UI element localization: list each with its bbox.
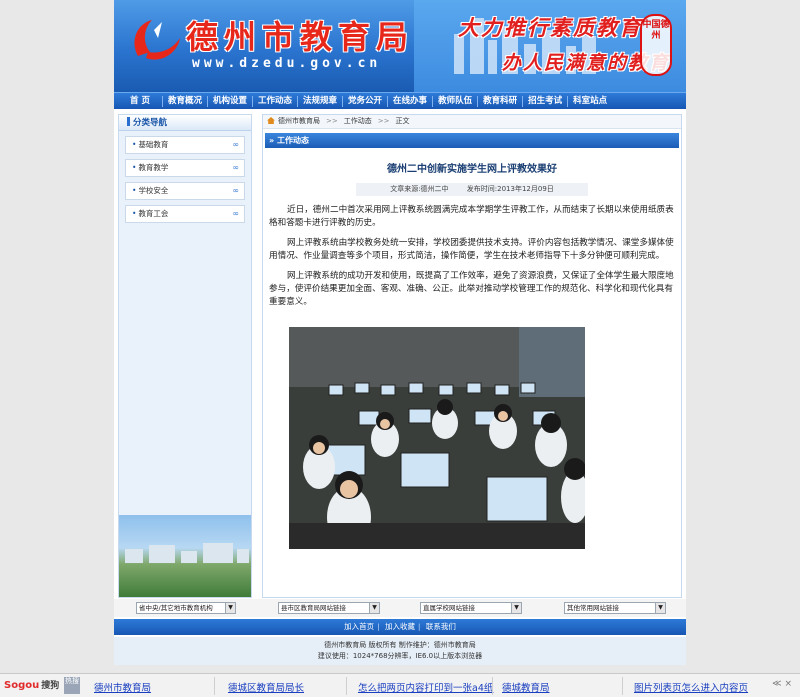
breadcrumb: 德州市教育局 >> 工作动态 >> 正文 bbox=[263, 115, 681, 129]
more-link-icon[interactable]: ∞ bbox=[232, 183, 239, 199]
bullet-icon: • bbox=[132, 209, 137, 218]
nav-home[interactable]: 首 页 bbox=[114, 95, 163, 107]
nav-admissions[interactable]: 招生考试 bbox=[523, 95, 569, 107]
footer-set-homepage-link[interactable]: 加入首页 bbox=[344, 622, 374, 631]
select-direct-schools[interactable]: 直属学校网站链接 ▼ bbox=[420, 602, 522, 614]
footer-divider: | bbox=[377, 623, 380, 631]
footer-divider: | bbox=[418, 623, 421, 631]
breadcrumb-section-link[interactable]: 工作动态 bbox=[344, 117, 372, 125]
select-common-sites[interactable]: 其他常用网站链接 ▼ bbox=[564, 602, 666, 614]
sidebar-item-union[interactable]: • 教育工会 ∞ bbox=[125, 205, 245, 223]
article-paragraph: 网上评教系统由学校教务处统一安排，学校团委提供技术支持。评价内容包括教学情况、课… bbox=[269, 238, 674, 261]
banner-slogan-1: 大力推行素质教育 bbox=[458, 15, 642, 40]
sidebar-title: 分类导航 bbox=[133, 118, 168, 128]
bullet-icon: • bbox=[132, 140, 137, 149]
sogou-divider bbox=[622, 677, 623, 695]
hot-search-badge: 热搜 bbox=[64, 677, 80, 694]
section-header: » 工作动态 bbox=[265, 133, 679, 148]
sidebar-campus-photo bbox=[119, 515, 251, 597]
site-banner: 德州市教育局 www.dzedu.gov.cn 大力推行素质教育 办人民满意的教… bbox=[114, 0, 686, 92]
footer-copyright: 德州市教育局 版权所有 制作维护：德州市教育局 建议使用：1024*768分辨率… bbox=[114, 637, 686, 665]
sidebar-header: 分类导航 bbox=[119, 115, 251, 131]
nav-online-services[interactable]: 在线办事 bbox=[388, 95, 434, 107]
select-value: 县市区教育局网站链接 bbox=[281, 604, 346, 612]
chevron-down-icon[interactable]: ▼ bbox=[369, 603, 379, 613]
breadcrumb-home-link[interactable]: 德州市教育局 bbox=[278, 117, 320, 125]
sidebar-item-basic-education[interactable]: • 基础教育 ∞ bbox=[125, 136, 245, 154]
sidebar-item-label: 教育工会 bbox=[138, 209, 169, 218]
bullet-icon: • bbox=[132, 163, 137, 172]
main-nav: 首 页 教育概况 机构设置 工作动态 法规规章 党务公开 在线办事 教师队伍 教… bbox=[114, 92, 686, 109]
article-meta: 文章来源:德州二中 发布时间:2013年12月09日 bbox=[356, 183, 588, 196]
sogou-divider bbox=[214, 677, 215, 695]
nav-regulations[interactable]: 法规规章 bbox=[298, 95, 344, 107]
article-date: 发布时间:2013年12月09日 bbox=[466, 185, 554, 193]
banner-seal: 中国德州 bbox=[640, 14, 672, 76]
more-link-icon[interactable]: ∞ bbox=[232, 160, 239, 176]
sogou-divider bbox=[346, 677, 347, 695]
home-icon bbox=[267, 117, 275, 124]
category-sidebar: 分类导航 • 基础教育 ∞ • 教育教学 ∞ • 学校安全 ∞ • 教育工会 ∞ bbox=[118, 114, 252, 598]
article-photo-computer-lab bbox=[289, 327, 585, 549]
article-paragraph: 网上评教系统的成功开发和使用，既提高了工作效率，避免了资源浪费，又保证了全体学生… bbox=[269, 271, 674, 307]
sogou-divider bbox=[492, 677, 493, 695]
external-links-row: 省中央/其它地市教育机构 ▼ 县市区教育局网站链接 ▼ 直属学校网站链接 ▼ 其他常用… bbox=[114, 599, 686, 617]
sogou-bar-controls[interactable]: ≪ × bbox=[772, 679, 792, 689]
sogou-suggestion-link[interactable]: 图片列表页怎么进入内容页 bbox=[634, 680, 748, 694]
sogou-logo[interactable]: Sogou 搜狗 bbox=[4, 678, 59, 691]
browser-recommendation: 建议使用：1024*768分辨率，IE6.0以上版本浏览器 bbox=[317, 652, 483, 660]
nav-research[interactable]: 教育科研 bbox=[478, 95, 524, 107]
select-value: 省中央/其它地市教育机构 bbox=[139, 604, 213, 612]
nav-teachers[interactable]: 教师队伍 bbox=[433, 95, 479, 107]
breadcrumb-current: 正文 bbox=[395, 117, 410, 125]
nav-department-sites[interactable]: 科室站点 bbox=[568, 96, 612, 107]
bullet-icon: • bbox=[132, 186, 137, 195]
sidebar-item-label: 学校安全 bbox=[138, 186, 169, 195]
sidebar-item-label: 教育教学 bbox=[138, 163, 169, 172]
select-value: 其他常用网站链接 bbox=[567, 604, 619, 612]
site-url: www.dzedu.gov.cn bbox=[192, 56, 382, 71]
more-link-icon[interactable]: ∞ bbox=[232, 206, 239, 222]
chevron-down-icon[interactable]: ▼ bbox=[225, 603, 235, 613]
article-paragraph: 近日，德州二中首次采用网上评教系统圆满完成本学期学生评教工作，从而结束了长期以来… bbox=[269, 205, 674, 228]
nav-overview[interactable]: 教育概况 bbox=[163, 95, 208, 107]
sogou-suggestion-link[interactable]: 德州市教育局 bbox=[94, 680, 151, 694]
select-value: 直属学校网站链接 bbox=[423, 604, 475, 612]
sogou-logo-sub: 搜狗 bbox=[41, 681, 60, 691]
chevron-down-icon[interactable]: ▼ bbox=[655, 603, 665, 613]
article-title: 德州二中创新实施学生网上评教效果好 bbox=[387, 164, 557, 175]
page-container: 德州市教育局 www.dzedu.gov.cn 大力推行素质教育 办人民满意的教… bbox=[114, 0, 686, 665]
footer-add-favorite-link[interactable]: 加入收藏 bbox=[385, 622, 415, 631]
chevron-down-icon[interactable]: ▼ bbox=[511, 603, 521, 613]
site-title: 德州市教育局 bbox=[186, 18, 415, 56]
education-bureau-logo-icon bbox=[134, 20, 180, 60]
sogou-suggestion-link[interactable]: 德城区教育局局长 bbox=[228, 680, 304, 694]
select-national-agencies[interactable]: 省中央/其它地市教育机构 ▼ bbox=[136, 602, 236, 614]
nav-organization[interactable]: 机构设置 bbox=[208, 95, 253, 107]
copyright-line: 德州市教育局 版权所有 制作维护：德州市教育局 bbox=[324, 641, 476, 649]
breadcrumb-separator: >> bbox=[326, 117, 338, 125]
sidebar-item-teaching[interactable]: • 教育教学 ∞ bbox=[125, 159, 245, 177]
article-panel: 德州市教育局 >> 工作动态 >> 正文 » 工作动态 德州二中创新实施学生网上评教效果… bbox=[262, 114, 682, 598]
more-link-icon[interactable]: ∞ bbox=[232, 137, 239, 153]
select-county-bureaus[interactable]: 县市区教育局网站链接 ▼ bbox=[278, 602, 380, 614]
article-source: 文章来源:德州二中 bbox=[390, 185, 449, 193]
breadcrumb-separator: >> bbox=[377, 117, 390, 125]
sidebar-header-bar-icon bbox=[127, 117, 130, 126]
sogou-search-bar: Sogou 搜狗 热搜 德州市教育局 德城区教育局局长 怎么把两页内容打印到一张a… bbox=[0, 673, 800, 697]
sogou-logo-text: Sogou bbox=[4, 680, 40, 691]
sidebar-item-school-safety[interactable]: • 学校安全 ∞ bbox=[125, 182, 245, 200]
nav-party-affairs[interactable]: 党务公开 bbox=[343, 95, 389, 107]
footer-nav: 加入首页 | 加入收藏 | 联系我们 bbox=[114, 619, 686, 635]
nav-work-news[interactable]: 工作动态 bbox=[253, 95, 299, 107]
sidebar-item-label: 基础教育 bbox=[138, 140, 169, 149]
sogou-suggestion-link[interactable]: 怎么把两页内容打印到一张a4纸 bbox=[358, 680, 493, 694]
sogou-suggestion-link[interactable]: 德城教育局 bbox=[502, 680, 550, 694]
footer-contact-link[interactable]: 联系我们 bbox=[426, 622, 456, 631]
